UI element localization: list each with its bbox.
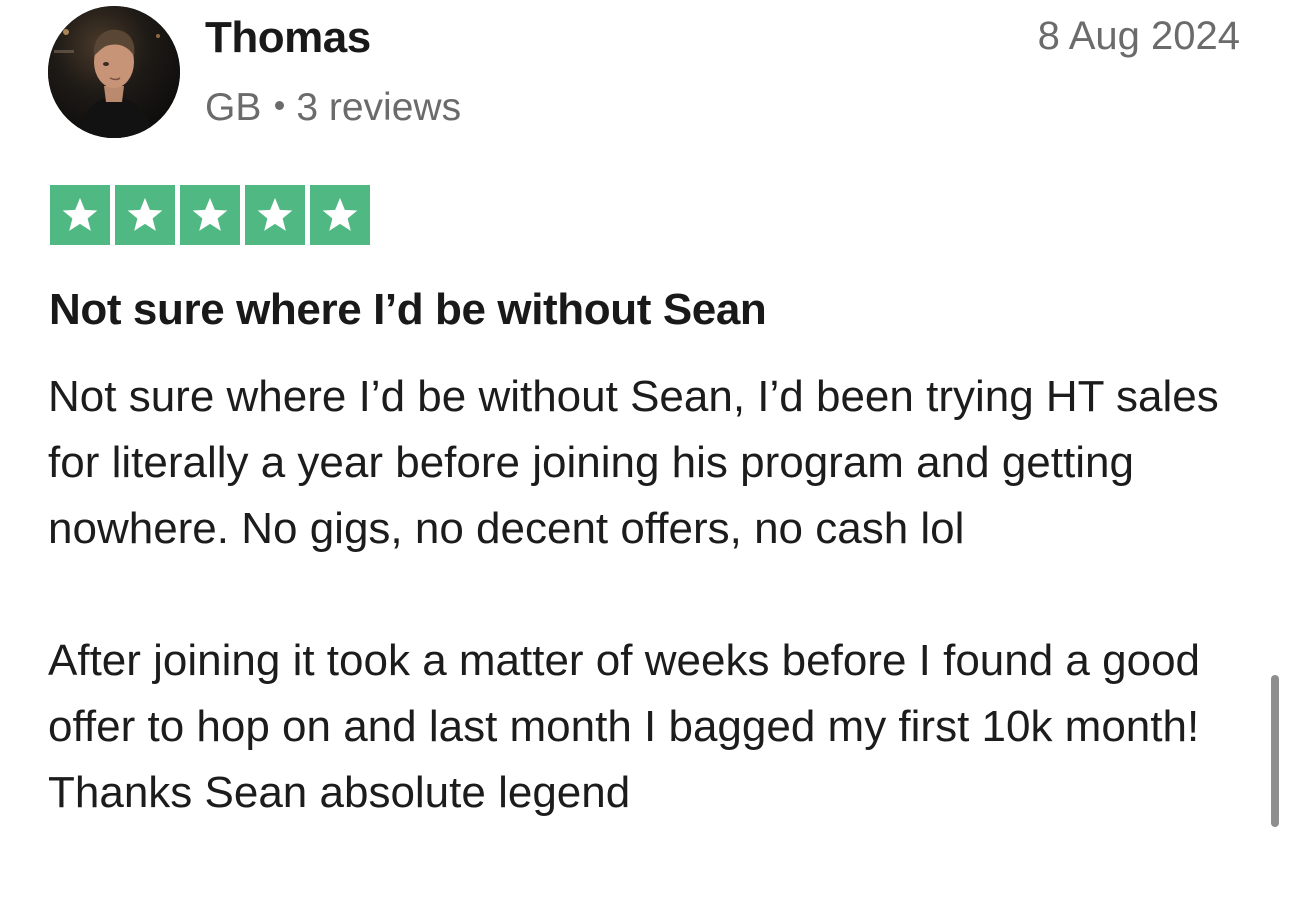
reviewer-meta: GB 3 reviews [205,84,461,132]
avatar[interactable] [48,6,180,138]
review-paragraph: After joining it took a matter of weeks … [48,636,1201,817]
star-rating [50,185,370,245]
star-icon [50,185,110,245]
star-icon [245,185,305,245]
review-body: Not sure where I’d be without Sean, I’d … [48,364,1248,826]
review-date: 8 Aug 2024 [1037,14,1240,58]
star-icon [310,185,370,245]
star-icon [180,185,240,245]
reviewer-name[interactable]: Thomas [205,12,371,64]
review-paragraph: Not sure where I’d be without Sean, I’d … [48,372,1219,553]
star-icon [115,185,175,245]
scrollbar-thumb[interactable] [1271,675,1279,827]
separator-dot [275,101,285,111]
reviewer-country: GB [205,86,262,129]
avatar-photo [48,6,180,138]
review-title[interactable]: Not sure where I’d be without Sean [49,282,767,338]
reviewer-review-count: 3 reviews [296,86,462,129]
